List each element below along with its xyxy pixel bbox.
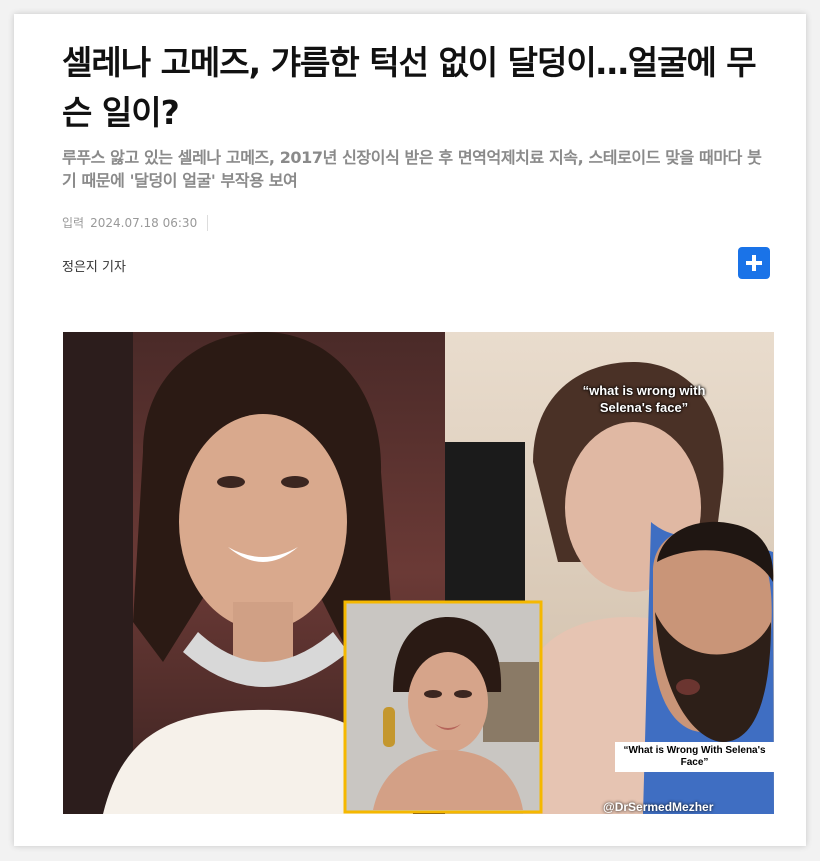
- video-caption-box: “What is Wrong With Selena's Face”: [615, 742, 774, 772]
- video-caption-top: “what is wrong with Selena's face”: [582, 383, 706, 415]
- article-card: 셀레나 고메즈, 갸름한 턱선 없이 달덩이…얼굴에 무슨 일이? 루푸스 앓고…: [14, 14, 806, 846]
- article-meta: 입력 2024.07.18 06:30: [62, 214, 209, 231]
- date-label: 입력: [62, 216, 85, 230]
- article-subtitle: 루푸스 앓고 있는 셀레나 고메즈, 2017년 신장이식 받은 후 면역억제치…: [62, 148, 762, 190]
- meta-divider: [207, 214, 209, 231]
- inset-photo: [343, 600, 543, 814]
- article-title: 셀레나 고메즈, 갸름한 턱선 없이 달덩이…얼굴에 무슨 일이?: [62, 43, 757, 132]
- article-photo: “what is wrong with Selena's face” “What…: [63, 332, 774, 814]
- author-name: 정은지 기자: [62, 260, 126, 275]
- publish-date: 2024.07.18 06:30: [90, 215, 198, 230]
- video-handle: @DrSermedMezher: [603, 800, 714, 814]
- plus-icon: [746, 255, 762, 271]
- plus-button[interactable]: [738, 247, 770, 279]
